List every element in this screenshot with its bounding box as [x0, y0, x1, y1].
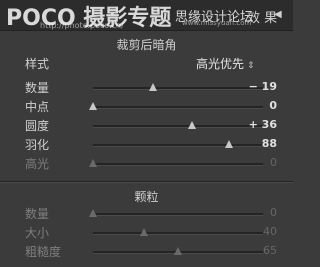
slider-value[interactable]: − 19 — [227, 80, 277, 93]
slider-thumb[interactable] — [89, 209, 97, 217]
slider-value[interactable]: 88 — [227, 137, 277, 150]
slider-label: 数量 — [25, 207, 50, 221]
slider-label: 中点 — [25, 100, 50, 114]
slider-thumb[interactable] — [89, 102, 97, 110]
grain-section-title[interactable]: 颗粒 — [0, 188, 293, 205]
watermark-site: www.missyuan.com — [182, 19, 252, 27]
slider-thumb[interactable] — [140, 228, 148, 236]
slider-value[interactable]: 0 — [227, 206, 277, 219]
slider-label: 数量 — [25, 81, 50, 95]
slider-label: 羽化 — [25, 138, 50, 152]
effects-panel-tab[interactable]: 效 果 — [247, 7, 277, 26]
slider-value[interactable]: + 36 — [227, 118, 277, 131]
slider-value[interactable]: 0 — [227, 99, 277, 112]
collapse-arrow-icon[interactable]: ◀ — [274, 9, 282, 20]
vignette-section-title[interactable]: 裁剪后暗角 — [0, 36, 293, 53]
slider-thumb[interactable] — [89, 159, 97, 167]
vignette-style-label: 样式 — [25, 57, 50, 71]
panel-header: POCO 摄影专题 http://photo.poco.cn/ 思缘设计论坛 w… — [0, 0, 293, 31]
slider-value[interactable]: 0 — [227, 156, 277, 169]
slider-label: 高光 — [25, 157, 50, 171]
slider-thumb[interactable] — [148, 83, 157, 91]
section-divider-highlight — [0, 182, 293, 183]
dropdown-arrow-icon: ⇕ — [247, 61, 255, 71]
vignette-style-select[interactable]: 高光优先 ⇕ — [196, 55, 255, 72]
slider-value[interactable]: 40 — [227, 225, 277, 238]
slider-label: 粗糙度 — [25, 245, 62, 259]
slider-value[interactable]: 65 — [227, 244, 277, 257]
watermark-url: http://photo.poco.cn/ — [40, 21, 124, 30]
slider-thumb[interactable] — [187, 121, 196, 129]
slider-label: 圆度 — [25, 119, 50, 133]
slider-label: 大小 — [25, 226, 50, 240]
vignette-style-value: 高光优先 — [196, 57, 245, 71]
slider-thumb[interactable] — [174, 247, 182, 255]
